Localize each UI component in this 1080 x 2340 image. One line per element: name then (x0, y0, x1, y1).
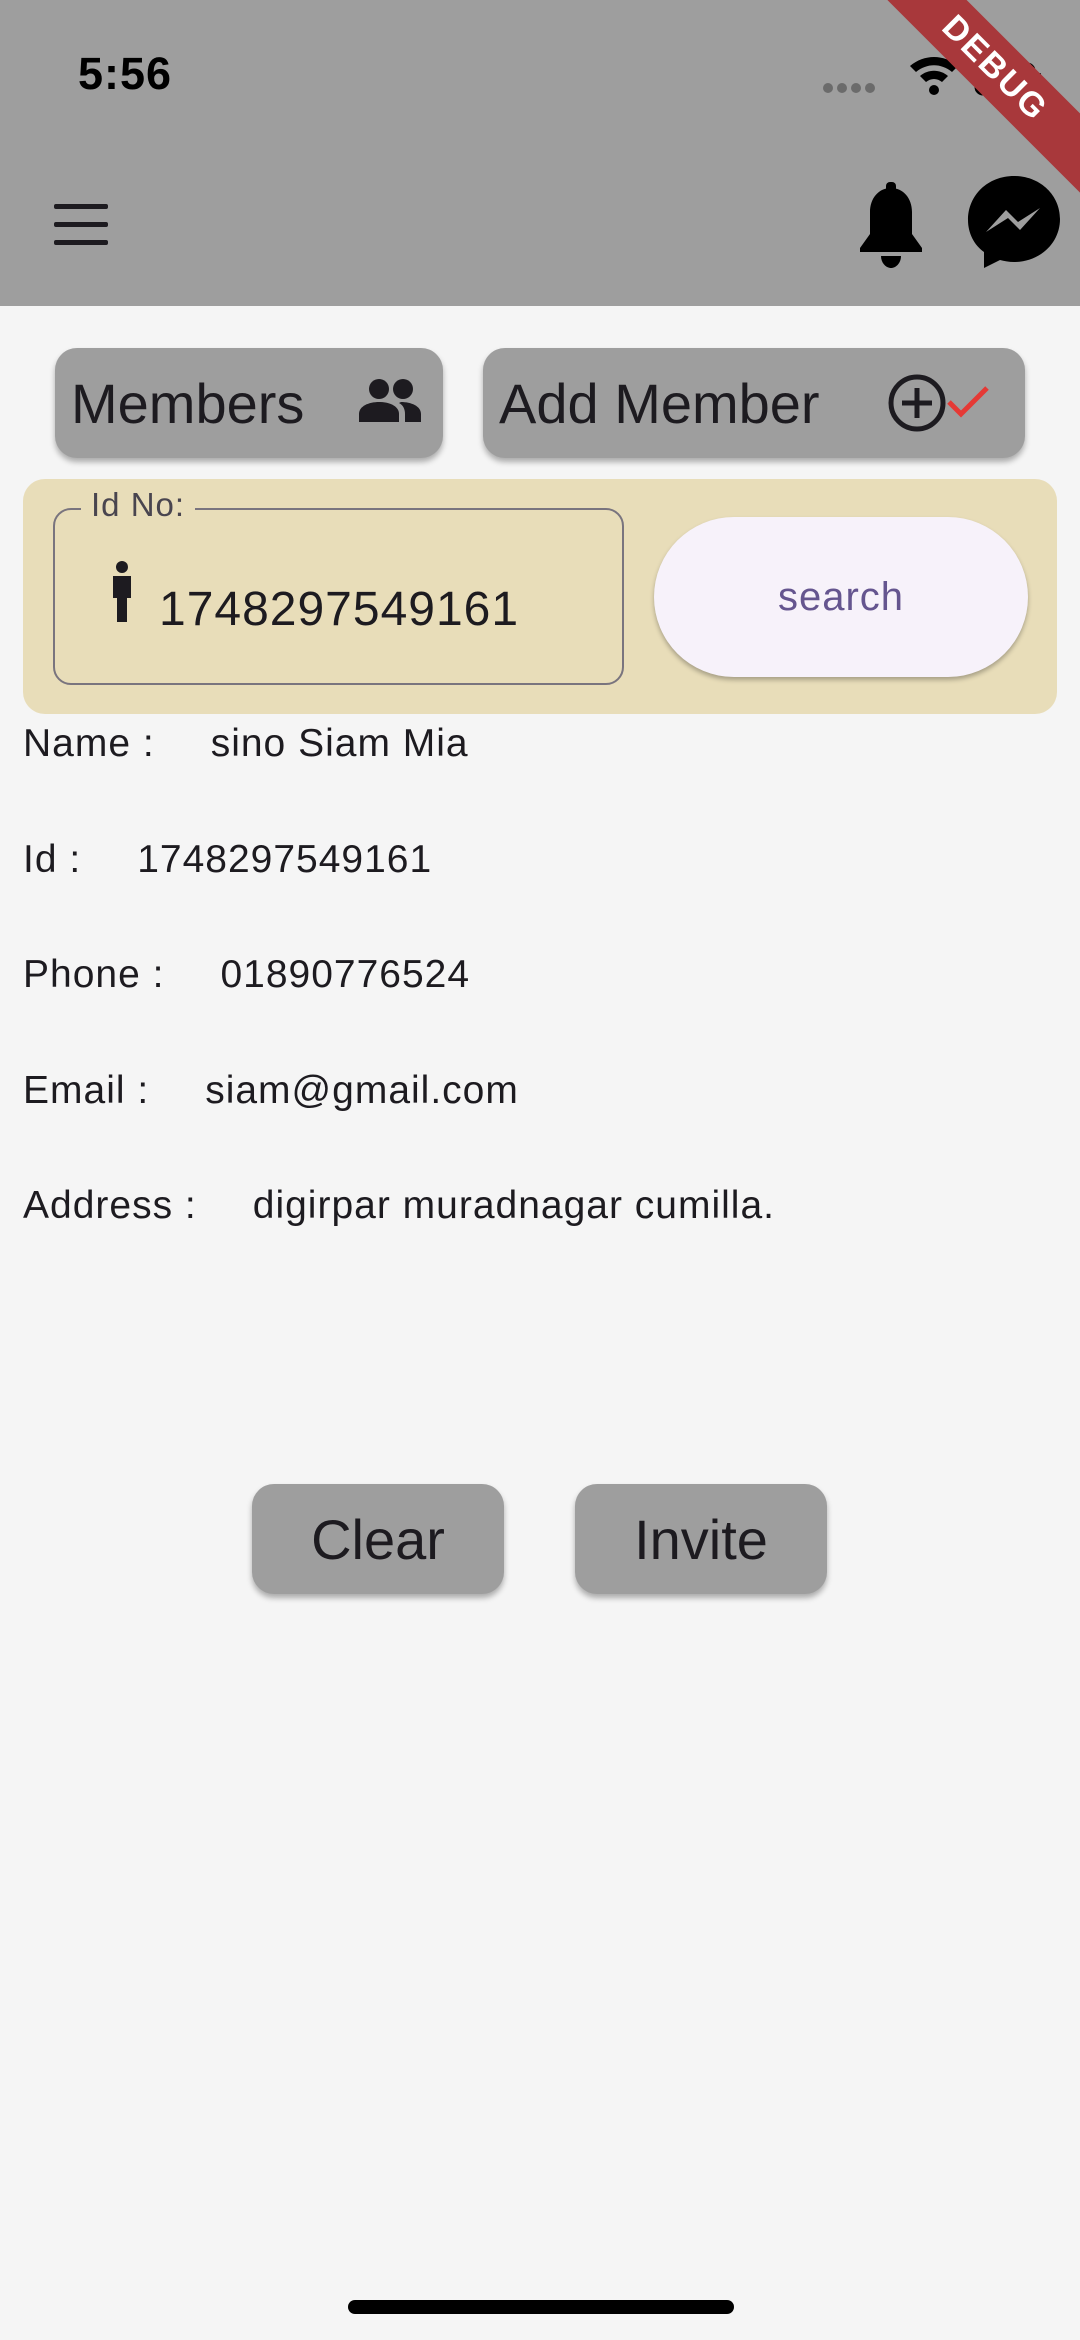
address-label: Address : (23, 1184, 197, 1227)
member-name: Name : sino Siam Mia (23, 722, 469, 766)
menu-icon[interactable] (48, 196, 114, 256)
address-value: digirpar muradnagar cumilla. (252, 1184, 775, 1227)
search-panel: Id No: search (23, 479, 1057, 714)
id-field-label: Id No: (81, 486, 196, 524)
id-field[interactable]: Id No: (53, 486, 624, 685)
member-id: Id : 1748297549161 (23, 838, 432, 882)
person-icon (113, 561, 131, 622)
add-member-label: Add Member (499, 371, 820, 435)
member-address: Address : digirpar muradnagar cumilla. (23, 1184, 775, 1228)
id-value: 1748297549161 (137, 838, 433, 881)
id-input[interactable] (159, 582, 599, 637)
phone-label: Phone : (23, 953, 165, 996)
members-button[interactable]: Members (55, 348, 443, 458)
search-button[interactable]: search (654, 517, 1028, 677)
signal-dots-icon (823, 83, 875, 93)
phone-value: 01890776524 (220, 953, 471, 996)
member-phone: Phone : 01890776524 (23, 953, 470, 997)
add-member-button[interactable]: Add Member (483, 348, 1025, 458)
check-icon (947, 386, 989, 418)
messenger-icon[interactable] (964, 172, 1064, 272)
app-bar: 5:56 DEBUG (0, 0, 1080, 306)
email-value: siam@gmail.com (205, 1069, 519, 1112)
clear-button[interactable]: Clear (252, 1484, 504, 1594)
home-indicator[interactable] (348, 2300, 734, 2314)
group-icon (359, 379, 421, 422)
email-label: Email : (23, 1069, 150, 1112)
name-label: Name : (23, 722, 155, 765)
id-label: Id : (23, 838, 82, 881)
status-time: 5:56 (78, 48, 173, 99)
invite-button[interactable]: Invite (575, 1484, 827, 1594)
member-email: Email : siam@gmail.com (23, 1069, 519, 1113)
bell-icon[interactable] (852, 182, 930, 270)
add-circle-icon (888, 374, 946, 432)
members-label: Members (71, 371, 305, 435)
name-value: sino Siam Mia (210, 722, 469, 765)
